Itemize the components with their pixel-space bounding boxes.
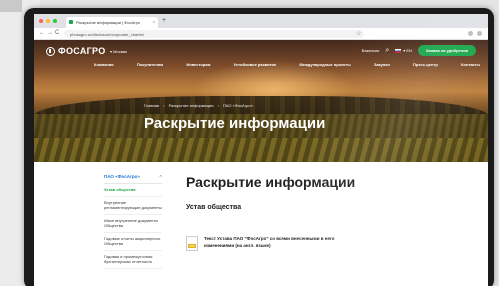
language-label: ▾ EN xyxy=(403,48,412,53)
url-input[interactable]: phosagro.ru/disclosure/corporate_charter… xyxy=(64,30,364,38)
window-controls xyxy=(39,19,57,23)
browser-screen: Раскрытие информации | ФосАгро × + ← → C… xyxy=(34,14,488,286)
breadcrumb-disclosure[interactable]: Раскрытие информации xyxy=(169,103,214,108)
new-tab-button[interactable]: + xyxy=(162,17,166,24)
page-title: Раскрытие информации xyxy=(186,174,356,190)
maximize-window-button[interactable] xyxy=(53,19,57,23)
background-corner xyxy=(0,0,22,12)
region-selector[interactable]: ▾ Москва xyxy=(110,49,127,54)
nav-item-investors[interactable]: Инвесторам xyxy=(186,62,210,67)
sidebar-item-regulations[interactable]: Внутренние регламентирующие документы xyxy=(104,197,162,215)
sidebar: ПАО «ФосАгро» ^ Устав общества Внутренни… xyxy=(104,174,162,269)
sidebar-item-annual-reports[interactable]: Годовые отчеты акционерного Общества xyxy=(104,233,162,251)
forward-button[interactable]: → xyxy=(47,30,53,36)
reload-button[interactable]: C xyxy=(55,30,59,36)
profile-icon[interactable] xyxy=(477,31,482,36)
back-button[interactable]: ← xyxy=(39,30,45,36)
breadcrumb-current: ПАО «ФосАгро» xyxy=(222,103,253,108)
main-nav: Компания Покупателям Инвесторам Устойчив… xyxy=(94,62,480,67)
tab-bar: Раскрытие информации | ФосАгро × + xyxy=(34,14,488,28)
tab-close-icon[interactable]: × xyxy=(153,19,155,24)
tab-title: Раскрытие информации | ФосАгро xyxy=(76,20,141,25)
breadcrumb-separator: › xyxy=(163,103,165,108)
sidebar-item-accounting[interactable]: Годовая и промежуточная бухгалтерская от… xyxy=(104,251,162,269)
breadcrumb-separator: › xyxy=(217,103,219,108)
header-actions: Вакансии ⌕ ▾ EN Заявка на удобрения xyxy=(362,45,476,56)
sidebar-item-charter[interactable]: Устав общества xyxy=(104,184,162,197)
sidebar-heading-label: ПАО «ФосАгро» xyxy=(104,174,140,179)
bookmark-star-icon[interactable]: ☆ xyxy=(356,30,361,37)
logo-mark-icon xyxy=(46,46,55,56)
favicon-icon xyxy=(69,20,73,24)
document-item[interactable]: Текст Устава ПАО "ФосАгро" со всеми внес… xyxy=(186,236,364,251)
close-window-button[interactable] xyxy=(39,19,43,23)
nav-item-procurement[interactable]: Закупки xyxy=(374,62,390,67)
extension-icon[interactable] xyxy=(468,31,473,36)
nav-item-contacts[interactable]: Контакты xyxy=(461,62,480,67)
site-logo[interactable]: ФОСАГРО xyxy=(46,46,106,56)
minimize-window-button[interactable] xyxy=(46,19,50,23)
hero-banner: ФОСАГРО ▾ Москва Вакансии ⌕ ▾ EN Заявка … xyxy=(34,40,488,162)
language-switcher[interactable]: ▾ EN xyxy=(395,48,412,53)
page-content: ПАО «ФосАгро» ^ Устав общества Внутренни… xyxy=(34,162,488,286)
address-bar-row: ← → C phosagro.ru/disclosure/corporate_c… xyxy=(34,28,488,40)
browser-tab[interactable]: Раскрытие информации | ФосАгро × xyxy=(66,17,158,28)
nav-item-company[interactable]: Компания xyxy=(94,62,114,67)
sidebar-heading[interactable]: ПАО «ФосАгро» ^ xyxy=(104,174,162,184)
nav-item-press[interactable]: Пресс-центр xyxy=(413,62,438,67)
section-title: Устав общества xyxy=(186,204,242,211)
laptop-frame: Раскрытие информации | ФосАгро × + ← → C… xyxy=(24,8,494,286)
nav-item-international[interactable]: Международные проекты xyxy=(299,62,350,67)
logo-text: ФОСАГРО xyxy=(58,46,106,56)
hero-shade xyxy=(34,40,488,162)
document-link[interactable]: Текст Устава ПАО "ФосАгро" со всеми внес… xyxy=(204,236,364,251)
hero-title: Раскрытие информации xyxy=(144,115,326,132)
chevron-up-icon[interactable]: ^ xyxy=(159,174,162,179)
vacancies-link[interactable]: Вакансии xyxy=(362,48,380,53)
browser-toolbar-icons xyxy=(468,31,482,36)
nav-item-sustainability[interactable]: Устойчивое развитие xyxy=(234,62,277,67)
breadcrumb: Главная › Раскрытие информации › ПАО «Фо… xyxy=(144,103,253,108)
nav-item-customers[interactable]: Покупателям xyxy=(137,62,163,67)
fertilizer-request-button[interactable]: Заявка на удобрения xyxy=(417,45,476,56)
search-icon[interactable]: ⌕ xyxy=(385,47,389,55)
sidebar-item-internal-docs[interactable]: Иные внутренние документы Общества xyxy=(104,215,162,233)
flag-icon xyxy=(395,48,402,53)
pdf-document-icon xyxy=(186,236,198,251)
breadcrumb-home[interactable]: Главная xyxy=(144,103,159,108)
